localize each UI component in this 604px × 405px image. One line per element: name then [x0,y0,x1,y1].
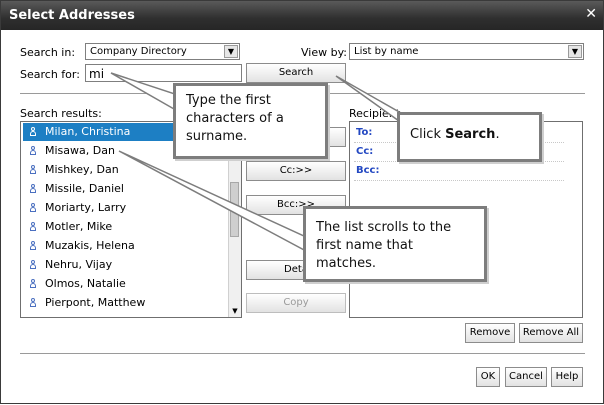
callout-type-first: Type the first characters of a surname. [173,83,328,159]
select-addresses-dialog: Select Addresses ✕ Search in: Company Di… [0,0,604,404]
callout-list-scrolls: The list scrolls to the first name that … [303,206,487,282]
callout-pointers [110,72,408,253]
callout-click-search: Click Search. [397,112,542,162]
